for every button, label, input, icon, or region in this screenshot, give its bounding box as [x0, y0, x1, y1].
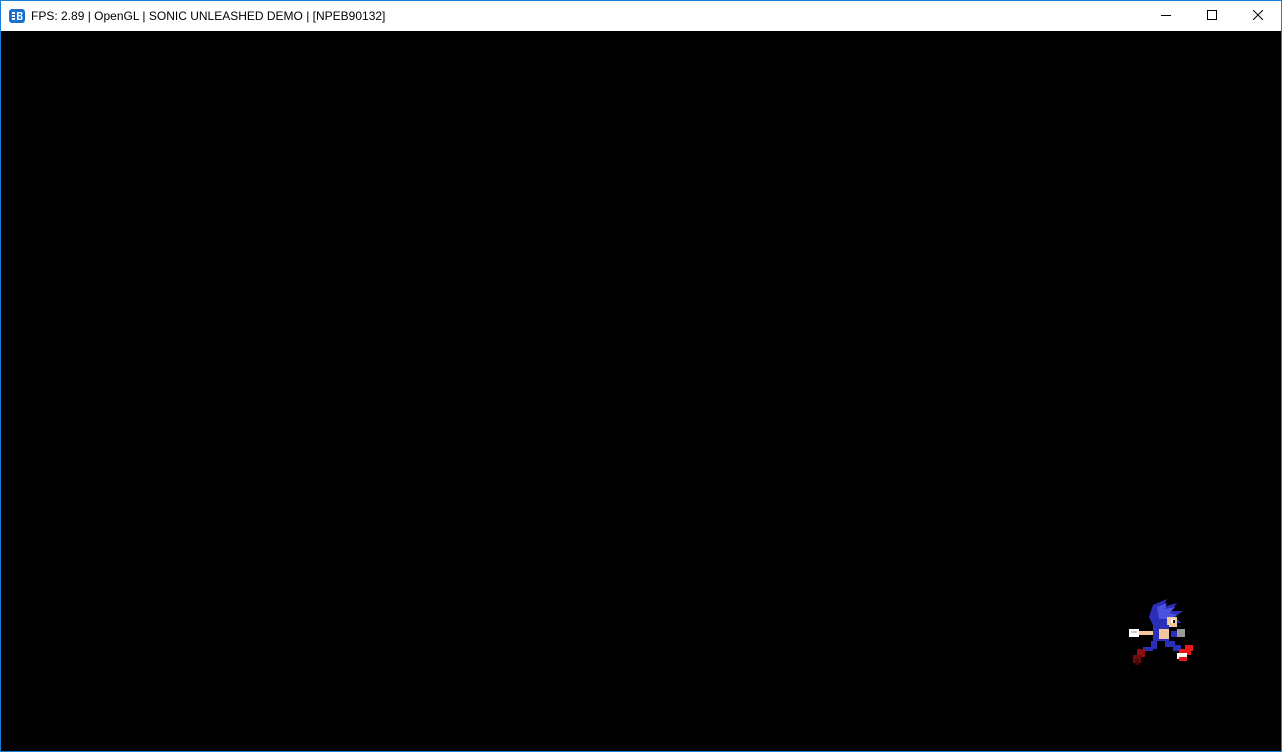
running-hedgehog-sprite [1123, 597, 1199, 673]
close-button[interactable] [1235, 1, 1281, 31]
close-icon [1252, 7, 1264, 25]
game-viewport[interactable] [1, 31, 1281, 751]
maximize-button[interactable] [1189, 1, 1235, 31]
minimize-icon [1161, 7, 1171, 25]
window-title: FPS: 2.89 | OpenGL | SONIC UNLEASHED DEM… [31, 9, 386, 23]
emulator-window: FPS: 2.89 | OpenGL | SONIC UNLEASHED DEM… [0, 0, 1282, 752]
title-bar[interactable]: FPS: 2.89 | OpenGL | SONIC UNLEASHED DEM… [1, 1, 1281, 31]
maximize-icon [1207, 7, 1217, 25]
rpcs3-icon [9, 8, 25, 24]
caption-buttons [1143, 1, 1281, 31]
minimize-button[interactable] [1143, 1, 1189, 31]
